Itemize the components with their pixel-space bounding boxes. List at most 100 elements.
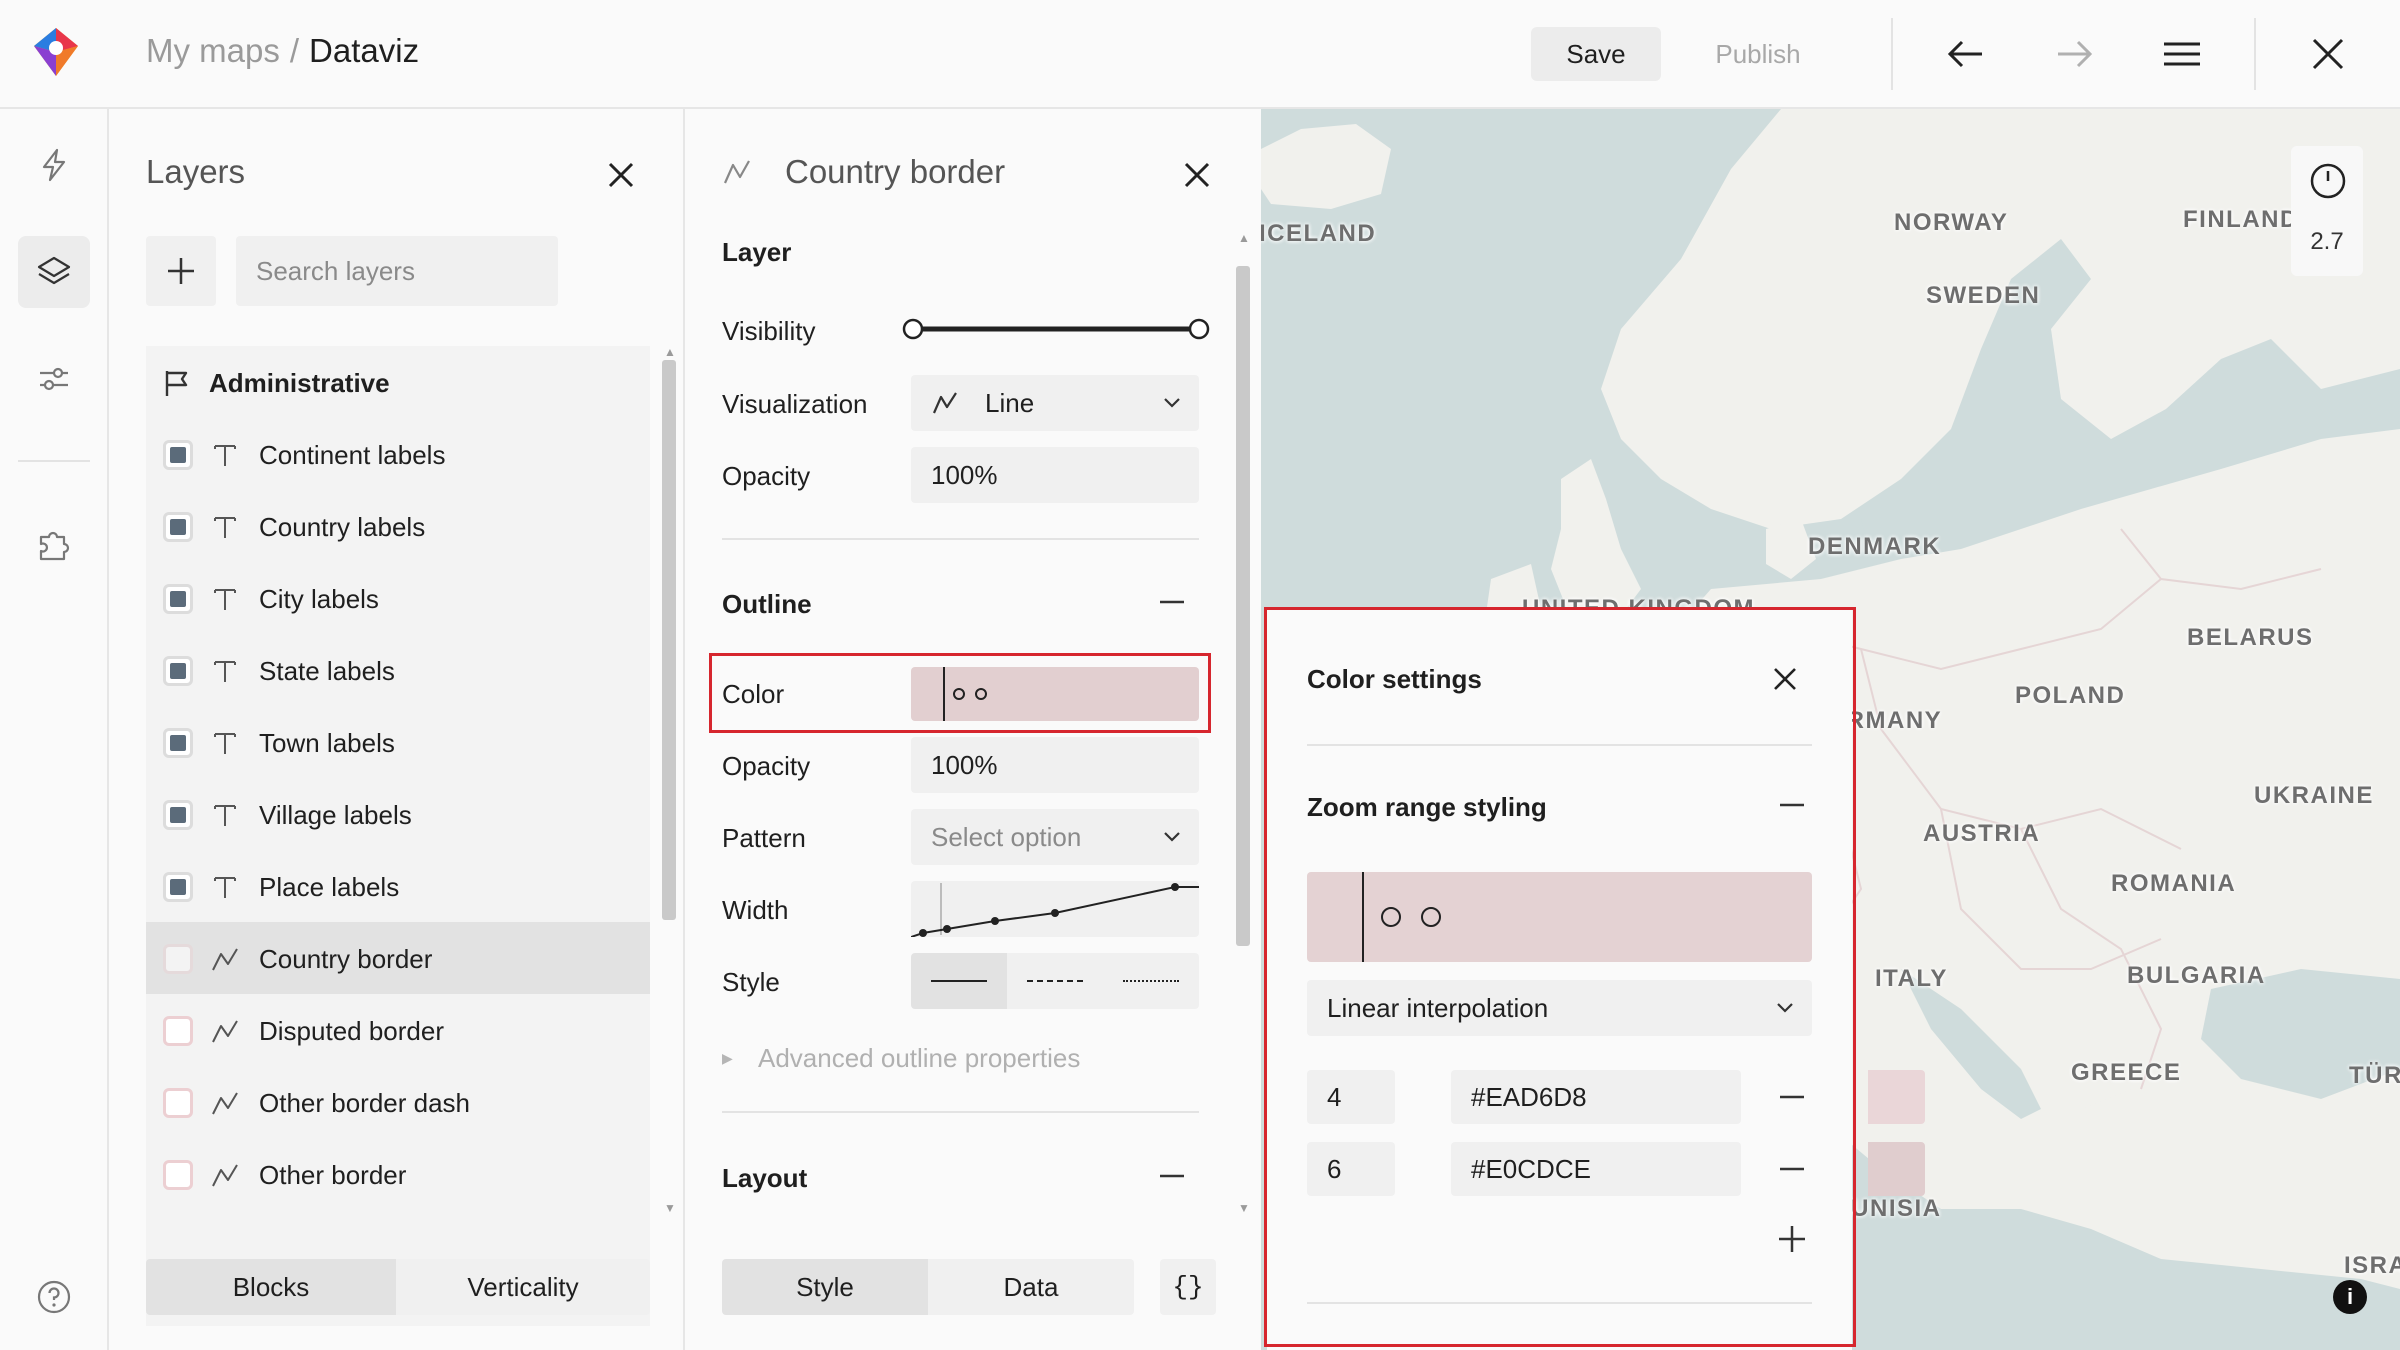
layer-label: Place labels (259, 872, 400, 902)
close-icon[interactable] (1177, 155, 1217, 195)
map-label-norway: NORWAY (1894, 209, 2009, 236)
tab-verticality[interactable]: Verticality (396, 1259, 650, 1315)
layer-visibility-checkbox[interactable] (163, 656, 193, 686)
scroll-down-icon[interactable]: ▼ (664, 1202, 676, 1214)
sliders-icon (40, 367, 68, 391)
layer-visibility-checkbox[interactable] (163, 800, 193, 830)
visualization-value: Line (985, 388, 1035, 418)
map-label-bulgaria: BULGARIA (2127, 962, 2266, 989)
layer-visibility-checkbox[interactable] (163, 1088, 193, 1118)
chevron-down-icon (1164, 832, 1180, 842)
line-icon (932, 392, 957, 414)
zoom-indicator[interactable]: 2.7 (2291, 146, 2363, 276)
line-type-icon (212, 1092, 238, 1115)
divider (1891, 18, 1893, 90)
layer-visibility-checkbox[interactable] (163, 872, 193, 902)
layer-label: State labels (259, 656, 395, 686)
pattern-select[interactable]: Select option (911, 809, 1199, 865)
layer-visibility-checkbox[interactable] (163, 512, 193, 542)
style-label: Style (722, 967, 780, 997)
collapse-icon[interactable] (1157, 1161, 1187, 1191)
add-layer-button[interactable] (146, 236, 216, 306)
info-icon[interactable]: i (2333, 1280, 2367, 1314)
map-label-iceland: ICELAND (1261, 220, 1377, 247)
layer-label: Town labels (259, 728, 395, 758)
rail-item-extensions[interactable] (18, 509, 90, 581)
layer-row[interactable]: Disputed border (146, 994, 650, 1066)
code-view-button[interactable]: {} (1160, 1259, 1216, 1315)
map-label-greece: GREECE (2071, 1059, 2182, 1086)
stop-color-chip[interactable] (1868, 1142, 1925, 1196)
menu-icon[interactable] (2158, 30, 2206, 78)
scroll-up-icon[interactable]: ▲ (664, 346, 676, 358)
style-option-solid[interactable] (911, 953, 1007, 1009)
tab-data[interactable]: Data (928, 1259, 1134, 1315)
text-type-icon (214, 589, 236, 610)
layer-visibility-checkbox[interactable] (163, 728, 193, 758)
tab-style[interactable]: Style (722, 1259, 928, 1315)
solid-line-icon (931, 980, 987, 982)
rail-item-layers[interactable] (18, 236, 90, 308)
publish-button[interactable]: Publish (1693, 27, 1823, 81)
advanced-outline-toggle[interactable]: Advanced outline properties (758, 1043, 1080, 1074)
stop-color-chip[interactable] (1868, 1070, 1925, 1124)
layer-visibility-checkbox[interactable] (163, 584, 193, 614)
close-icon[interactable] (601, 155, 641, 195)
layer-group-label: Administrative (209, 368, 390, 398)
layer-visibility-checkbox[interactable] (163, 440, 193, 470)
map-label-romania: ROMANIA (2111, 870, 2237, 897)
back-arrow-icon[interactable] (1942, 30, 1990, 78)
text-type-icon (214, 877, 236, 898)
scrollbar-thumb[interactable] (662, 360, 676, 920)
properties-scrollbar[interactable]: ▲ ▼ (1236, 232, 1250, 1216)
layer-visibility-checkbox[interactable] (163, 1160, 193, 1190)
layer-row[interactable]: Country labels (146, 490, 650, 562)
layer-row[interactable]: State labels (146, 634, 650, 706)
outline-opacity-input[interactable]: 100% (911, 737, 1199, 793)
dashed-line-icon (1027, 980, 1083, 982)
layer-row[interactable]: Town labels (146, 706, 650, 778)
rail-item-actions[interactable] (18, 129, 90, 201)
width-curve-editor[interactable] (911, 881, 1199, 937)
save-button[interactable]: Save (1531, 27, 1661, 81)
layer-group-administrative[interactable]: Administrative (146, 346, 650, 418)
scroll-up-icon[interactable]: ▲ (1238, 232, 1250, 244)
layer-row[interactable]: Other border (146, 1138, 650, 1210)
forward-arrow-icon[interactable] (2050, 30, 2098, 78)
style-option-dotted[interactable] (1103, 953, 1199, 1009)
line-type-icon (212, 948, 238, 971)
color-settings-highlight (1264, 607, 1856, 1347)
section-layer-title: Layer (722, 237, 792, 267)
layer-row[interactable]: Country border (146, 922, 650, 994)
close-icon[interactable] (2304, 30, 2352, 78)
width-curve (911, 883, 1199, 937)
layer-visibility-checkbox[interactable] (163, 944, 193, 974)
visibility-range-slider[interactable] (901, 314, 1211, 344)
text-type-icon (214, 733, 236, 754)
chevron-down-icon (1164, 398, 1180, 408)
divider (722, 538, 1199, 540)
scroll-down-icon[interactable]: ▼ (1238, 1202, 1250, 1214)
layer-label: Country border (259, 944, 433, 974)
breadcrumb-root[interactable]: My maps (146, 32, 280, 69)
search-layers-input[interactable] (236, 236, 558, 306)
layer-row[interactable]: Other border dash (146, 1066, 650, 1138)
app-logo[interactable] (28, 24, 84, 80)
layer-row[interactable]: Continent labels (146, 418, 650, 490)
rail-item-settings[interactable] (18, 343, 90, 415)
opacity-input[interactable]: 100% (911, 447, 1199, 503)
tab-blocks[interactable]: Blocks (146, 1259, 396, 1315)
collapse-icon[interactable] (1157, 587, 1187, 617)
layer-row[interactable]: Place labels (146, 850, 650, 922)
color-swatch[interactable] (911, 667, 1199, 721)
scrollbar-thumb[interactable] (1236, 266, 1250, 946)
visualization-select[interactable]: Line (911, 375, 1199, 431)
divider (722, 1111, 1199, 1113)
layers-scrollbar[interactable]: ▲ ▼ (662, 346, 676, 1216)
layer-visibility-checkbox[interactable] (163, 1016, 193, 1046)
layer-row[interactable]: City labels (146, 562, 650, 634)
rail-item-help[interactable] (18, 1261, 90, 1333)
map-label-ukraine: UKRAINE (2254, 782, 2374, 809)
style-option-dashed[interactable] (1007, 953, 1103, 1009)
layer-row[interactable]: Village labels (146, 778, 650, 850)
